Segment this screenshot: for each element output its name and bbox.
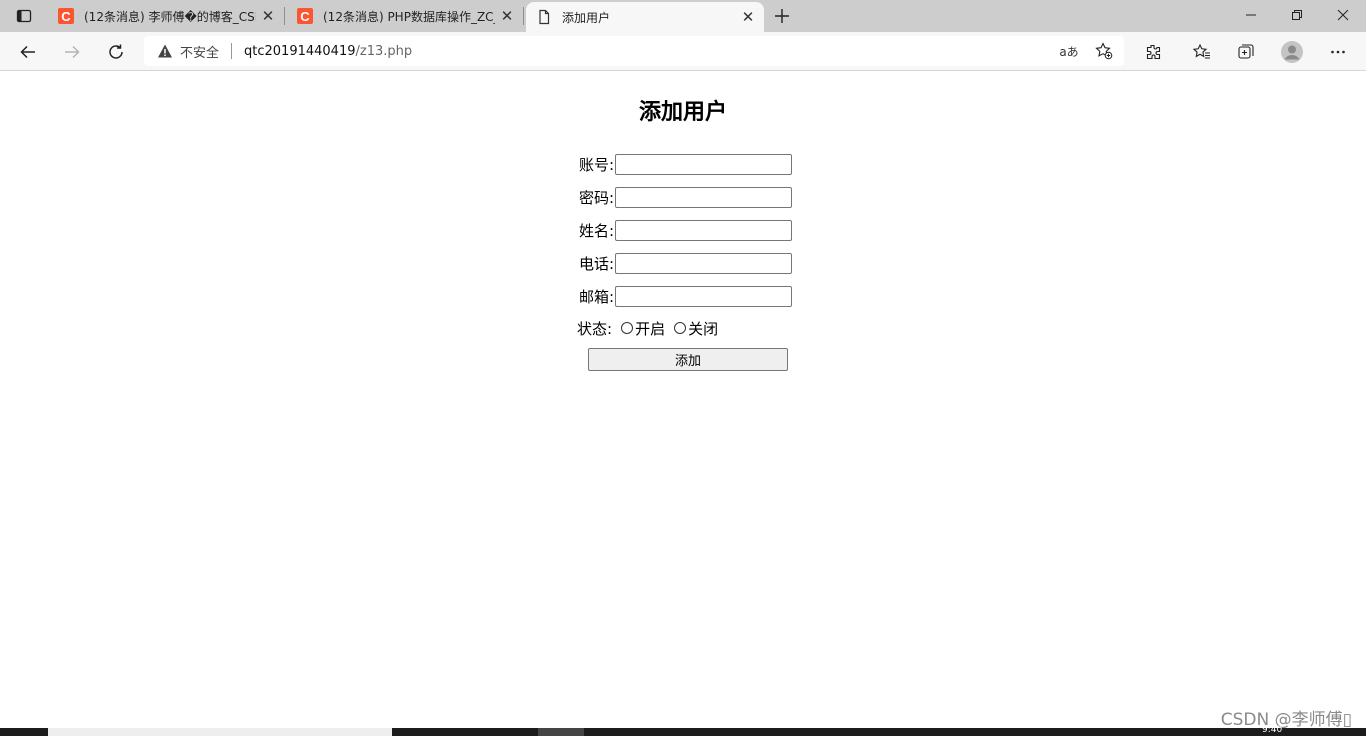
close-tab-icon[interactable]: ✕: [256, 4, 280, 28]
email-input[interactable]: [615, 285, 792, 307]
taskbar-active-app[interactable]: [538, 728, 584, 736]
tab-title: 添加用户: [562, 10, 611, 25]
password-field-row: 密码:: [560, 186, 792, 208]
name-field-row: 姓名:: [560, 219, 792, 241]
status-closed-label[interactable]: 关闭: [688, 318, 718, 339]
close-tab-icon[interactable]: ✕: [736, 5, 760, 29]
account-label: 账号:: [578, 155, 614, 174]
favorites-icon[interactable]: [1186, 36, 1218, 68]
add-user-button[interactable]: 添加: [588, 348, 788, 371]
collections-icon[interactable]: [1230, 36, 1262, 68]
tab-csdn-blog[interactable]: C (12条消息) 李师傅�的博客_CSDN ✕: [48, 0, 285, 32]
url-path: /z13.php: [355, 43, 413, 59]
account-field-row: 账号:: [560, 153, 792, 175]
email-label: 邮箱:: [578, 287, 614, 306]
status-row: 状态: 开启 关闭: [577, 318, 718, 338]
tab-php-db[interactable]: C (12条消息) PHP数据库操作_ZC_李 ✕: [287, 0, 524, 32]
phone-label: 电话:: [578, 254, 614, 273]
csdn-favicon-icon: C: [297, 8, 313, 24]
address-divider: [231, 43, 233, 59]
forward-arrow-icon[interactable]: [56, 36, 88, 68]
page-title: 添加用户: [638, 100, 727, 125]
read-aloud-icon[interactable]: aあ: [1057, 39, 1081, 63]
name-label: 姓名:: [578, 221, 614, 240]
phone-field-row: 电话:: [560, 252, 792, 274]
page-icon: [536, 9, 552, 25]
status-closed-radio[interactable]: [674, 322, 687, 334]
refresh-icon[interactable]: [100, 36, 132, 68]
csdn-favicon-icon: C: [58, 8, 74, 24]
more-menu-icon[interactable]: [1322, 36, 1354, 68]
phone-input[interactable]: [615, 252, 792, 274]
name-input[interactable]: [615, 219, 792, 241]
back-arrow-icon[interactable]: [12, 36, 44, 68]
taskbar-search-box[interactable]: [48, 728, 392, 736]
email-field-row: 邮箱:: [560, 285, 792, 307]
password-label: 密码:: [578, 188, 614, 207]
close-tab-icon[interactable]: ✕: [495, 4, 519, 28]
restore-icon[interactable]: [1274, 0, 1320, 30]
profile-avatar-icon[interactable]: [1276, 36, 1308, 68]
account-input[interactable]: [615, 153, 792, 175]
tab-strip: C (12条消息) 李师傅�的博客_CSDN ✕ C (12条消息) PHP数据…: [0, 0, 1366, 32]
tab-title: (12条消息) PHP数据库操作_ZC_李: [323, 9, 495, 24]
browser-toolbar: 不安全 qtc20191440419 /z13.php aあ: [0, 32, 1366, 71]
url-host: qtc20191440419: [244, 43, 356, 59]
address-bar[interactable]: 不安全 qtc20191440419 /z13.php aあ: [144, 36, 1124, 66]
warning-icon[interactable]: [156, 42, 174, 60]
minimize-icon[interactable]: [1228, 0, 1274, 30]
tab-add-user[interactable]: 添加用户 ✕: [526, 2, 764, 32]
add-favorite-icon[interactable]: [1092, 39, 1116, 63]
tab-actions-icon[interactable]: [8, 4, 40, 28]
extensions-icon[interactable]: [1137, 36, 1169, 68]
close-window-icon[interactable]: [1320, 0, 1366, 30]
password-input[interactable]: [615, 186, 792, 208]
csdn-watermark: CSDN @李师傅▯: [1220, 710, 1352, 730]
new-tab-plus-icon[interactable]: [768, 4, 796, 28]
tab-title: (12条消息) 李师傅�的博客_CSDN: [84, 9, 256, 24]
status-label: 状态:: [577, 319, 613, 338]
taskbar-clock: 9:40: [1262, 725, 1283, 735]
status-open-radio[interactable]: [621, 322, 634, 334]
page-content: 添加用户 账号: 密码: 姓名: 电话: 邮箱: 状态: 开启 关闭 添加 CS…: [0, 72, 1366, 730]
os-taskbar: 9:40: [0, 725, 1366, 736]
status-open-label[interactable]: 开启: [635, 318, 665, 339]
security-label[interactable]: 不安全: [180, 42, 219, 61]
